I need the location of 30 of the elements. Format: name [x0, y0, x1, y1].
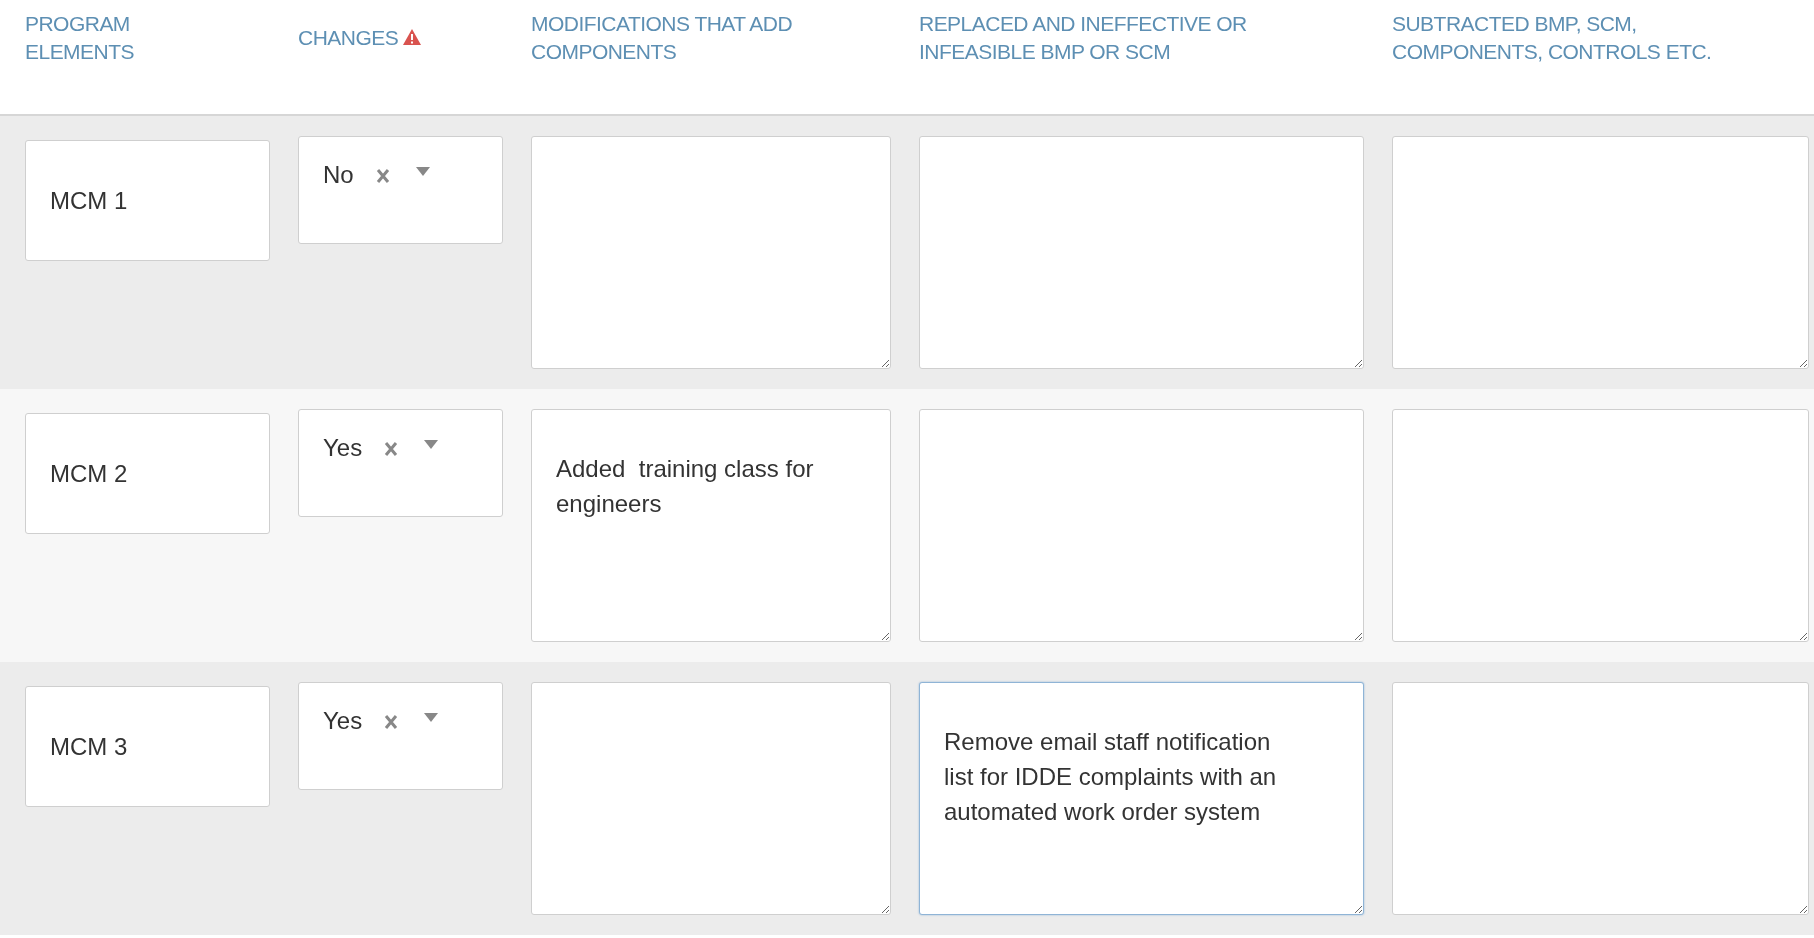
clear-icon[interactable]: [384, 714, 399, 730]
text-area[interactable]: [531, 682, 891, 915]
caret-icon[interactable]: [424, 713, 439, 722]
text-area[interactable]: [919, 136, 1364, 369]
select-value: No: [323, 163, 354, 187]
caret-icon[interactable]: [424, 440, 439, 449]
column-header: MODIFICATIONS THAT ADD COMPONENTS: [531, 12, 793, 64]
warning-icon: [402, 28, 423, 46]
text-area[interactable]: [1392, 409, 1809, 642]
element-field[interactable]: MCM 3: [25, 686, 270, 807]
clear-icon[interactable]: [375, 168, 390, 184]
select-value: Yes: [323, 709, 363, 733]
column-header: CHANGES: [298, 26, 399, 49]
element-field[interactable]: MCM 2: [25, 413, 270, 534]
text-area[interactable]: [531, 136, 891, 369]
clear-icon[interactable]: [384, 441, 399, 457]
caret-icon[interactable]: [415, 167, 430, 176]
text-area[interactable]: [1392, 682, 1809, 915]
select-value: Yes: [323, 436, 363, 460]
changes-select[interactable]: Yes: [298, 682, 503, 790]
changes-select[interactable]: Yes: [298, 409, 503, 517]
text-area[interactable]: [1392, 136, 1809, 369]
text-area[interactable]: Remove email staff notification list for IDDE complaints with an automated work order system: [919, 682, 1364, 915]
column-header: PROGRAM ELEMENTS: [25, 12, 134, 64]
column-header: SUBTRACTED BMP, SCM, COMPONENTS, CONTROLS ETC.: [1392, 12, 1712, 64]
element-field[interactable]: MCM 1: [25, 140, 270, 261]
text-area[interactable]: [919, 409, 1364, 642]
column-header: REPLACED AND INEFFECTIVE OR INFEASIBLE BMP OR SCM: [919, 12, 1247, 64]
changes-select[interactable]: No: [298, 136, 503, 244]
text-area[interactable]: Added training class for engineers: [531, 409, 891, 642]
